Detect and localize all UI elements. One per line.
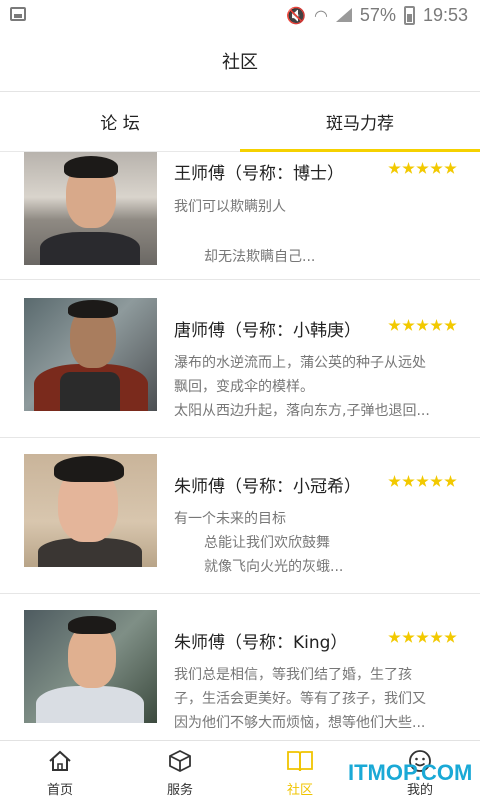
battery-icon [403, 5, 415, 25]
intro-line: 就像飞向火光的灰蛾... [204, 559, 344, 575]
avatar [24, 454, 157, 567]
master-name: 唐师傅（号称：小韩庚） [174, 321, 361, 341]
rating-stars [388, 631, 457, 644]
tab-forum[interactable]: 论 坛 [0, 92, 240, 151]
star-icon [402, 631, 415, 643]
list-item[interactable]: 王师傅（号称：博士） 我们可以欺瞒别人 却无法欺瞒自己... [0, 152, 480, 280]
star-icon [402, 475, 415, 487]
master-name: 朱师傅（号称：小冠希） [174, 477, 361, 497]
avatar [24, 298, 157, 411]
star-icon [430, 162, 443, 174]
avatar [24, 152, 157, 265]
intro-line: 飘回，变成伞的模样。 [174, 379, 314, 395]
star-icon [388, 475, 401, 487]
gallery-notification-icon [10, 7, 26, 21]
mute-icon: 🔇 [286, 5, 306, 25]
intro-line: 瀑布的水逆流而上，蒲公英的种子从远处 [174, 355, 426, 371]
list-item[interactable]: 朱师傅（号称：King） 我们总是相信，等我们结了婚，生了孩 子，生活会更美好。… [0, 594, 480, 740]
star-icon [430, 319, 443, 331]
intro-line: 我们可以欺瞒别人 [174, 199, 286, 215]
tab-forum-label: 论 坛 [100, 114, 140, 134]
star-icon [430, 631, 443, 643]
star-icon [416, 631, 429, 643]
star-icon [444, 475, 457, 487]
rating-stars [388, 319, 457, 332]
page-header: 社区 [0, 30, 480, 92]
nav-home[interactable]: 首页 [0, 741, 120, 800]
star-icon [444, 631, 457, 643]
tab-bar: 论 坛 斑马力荐 [0, 92, 480, 152]
avatar [24, 610, 157, 723]
wifi-icon: ◠ [313, 5, 328, 25]
star-icon [430, 475, 443, 487]
page-title: 社区 [222, 51, 258, 73]
master-list[interactable]: 王师傅（号称：博士） 我们可以欺瞒别人 却无法欺瞒自己... 唐师傅（号称：小韩… [0, 152, 480, 740]
box-icon [168, 749, 192, 773]
intro-line: 子，生活会更美好。等有了孩子，我们又 [174, 691, 426, 707]
home-icon [48, 749, 72, 773]
nav-community-label: 社区 [286, 783, 313, 798]
intro-line: 太阳从西边升起，落向东方,子弹也退回... [174, 403, 430, 419]
star-icon [402, 162, 415, 174]
nav-service[interactable]: 服务 [120, 741, 240, 800]
star-icon [416, 162, 429, 174]
intro-line: 总能让我们欢欣鼓舞 [204, 535, 330, 551]
nav-home-label: 首页 [46, 783, 73, 798]
rating-stars [388, 162, 457, 175]
star-icon [402, 319, 415, 331]
star-icon [416, 319, 429, 331]
battery-percent: 57% [359, 4, 396, 25]
rating-stars [388, 475, 457, 488]
signal-icon [335, 8, 352, 22]
star-icon [388, 162, 401, 174]
star-icon [388, 319, 401, 331]
watermark: ITMOP.COM [348, 760, 473, 785]
tab-recommended[interactable]: 斑马力荐 [240, 92, 480, 152]
star-icon [388, 631, 401, 643]
star-icon [444, 319, 457, 331]
star-icon [444, 162, 457, 174]
intro-line: 我们总是相信，等我们结了婚，生了孩 [174, 667, 412, 683]
nav-service-label: 服务 [166, 783, 193, 798]
status-icons: 🔇 ◠ 57% 19:53 [286, 4, 468, 26]
master-name: 朱师傅（号称：King） [174, 633, 348, 653]
intro-line: 却无法欺瞒自己... [204, 249, 316, 265]
list-item[interactable]: 唐师傅（号称：小韩庚） 瀑布的水逆流而上，蒲公英的种子从远处 飘回，变成伞的模样… [0, 282, 480, 438]
star-icon [416, 475, 429, 487]
book-icon [287, 749, 313, 773]
list-item[interactable]: 朱师傅（号称：小冠希） 有一个未来的目标 总能让我们欢欣鼓舞 就像飞向火光的灰蛾… [0, 438, 480, 594]
intro-line: 有一个未来的目标 [174, 511, 286, 527]
nav-community[interactable]: 社区 [240, 741, 360, 800]
status-bar: 🔇 ◠ 57% 19:53 [0, 0, 480, 30]
intro-line: 因为他们不够大而烦恼，想等他们大些... [174, 715, 426, 731]
clock: 19:53 [422, 4, 468, 25]
master-name: 王师傅（号称：博士） [174, 164, 344, 184]
tab-recommended-label: 斑马力荐 [326, 114, 394, 134]
